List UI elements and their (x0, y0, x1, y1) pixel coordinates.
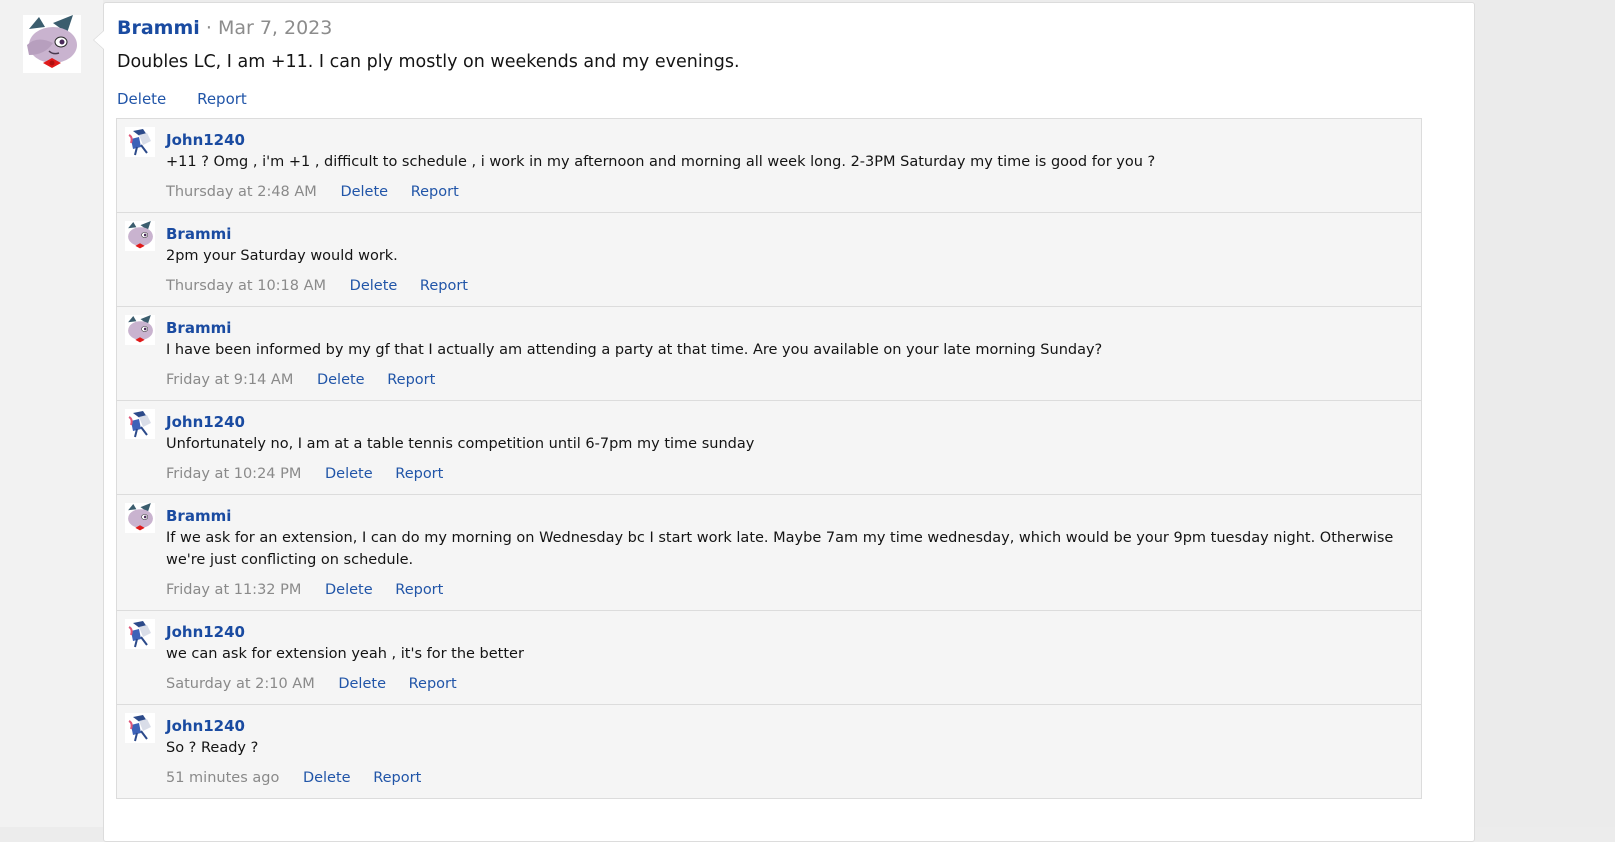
comment-delete-link[interactable]: Delete (338, 676, 386, 692)
post-report-link[interactable]: Report (197, 90, 247, 108)
comment-author-link[interactable]: John1240 (166, 130, 1407, 150)
post-author-link[interactable]: Brammi (117, 17, 200, 39)
comment-delete-link[interactable]: Delete (325, 582, 373, 598)
pony-runner-avatar-icon[interactable] (125, 409, 155, 439)
comment-report-link[interactable]: Report (409, 676, 457, 692)
comment-author-link[interactable]: John1240 (166, 716, 1407, 736)
comment-report-link[interactable]: Report (373, 770, 421, 786)
comment-meta: Friday at 11:32 PM Delete Report (166, 580, 1407, 600)
comment-list: John1240 +11 ? Omg , i'm +1 , difficult … (116, 118, 1422, 799)
comment-timestamp[interactable]: Friday at 11:32 PM (166, 582, 301, 598)
comment-meta: Friday at 9:14 AM Delete Report (166, 370, 1407, 390)
comment-text: 2pm your Saturday would work. (166, 248, 398, 264)
comment-item: Brammi If we ask for an extension, I can… (117, 495, 1421, 611)
comment-report-link[interactable]: Report (395, 466, 443, 482)
comment-timestamp[interactable]: Friday at 9:14 AM (166, 372, 293, 388)
comment-timestamp[interactable]: Saturday at 2:10 AM (166, 676, 315, 692)
pony-avatar-icon[interactable] (125, 221, 155, 251)
comment-timestamp[interactable]: Friday at 10:24 PM (166, 466, 301, 482)
post-delete-link[interactable]: Delete (117, 90, 166, 108)
left-rail (0, 0, 103, 827)
profile-post: Brammi · Mar 7, 2023 Doubles LC, I am +1… (93, 2, 1475, 842)
comment-item: John1240 Unfortunately no, I am at a tab… (117, 401, 1421, 495)
comment-report-link[interactable]: Report (387, 372, 435, 388)
pony-avatar-icon[interactable] (125, 503, 155, 533)
pony-runner-avatar-icon[interactable] (125, 713, 155, 743)
comment-author-link[interactable]: Brammi (166, 318, 1407, 338)
pony-runner-avatar-icon[interactable] (125, 619, 155, 649)
comment-timestamp[interactable]: Thursday at 2:48 AM (166, 184, 317, 200)
comment-author-link[interactable]: Brammi (166, 506, 1407, 526)
comment-meta: Thursday at 2:48 AM Delete Report (166, 182, 1407, 202)
comment-delete-link[interactable]: Delete (340, 184, 388, 200)
comment-delete-link[interactable]: Delete (325, 466, 373, 482)
comment-delete-link[interactable]: Delete (303, 770, 351, 786)
comment-text: If we ask for an extension, I can do my … (166, 530, 1394, 568)
comment-text: +11 ? Omg , i'm +1 , difficult to schedu… (166, 154, 1156, 170)
comment-report-link[interactable]: Report (395, 582, 443, 598)
comment-text: Unfortunately no, I am at a table tennis… (166, 436, 755, 452)
comment-item: John1240 +11 ? Omg , i'm +1 , difficult … (117, 119, 1421, 213)
comment-item: John1240 we can ask for extension yeah ,… (117, 611, 1421, 705)
comment-timestamp[interactable]: Thursday at 10:18 AM (166, 278, 326, 294)
comment-text: So ? Ready ? (166, 740, 259, 756)
comment-author-link[interactable]: John1240 (166, 622, 1407, 642)
comment-author-link[interactable]: John1240 (166, 412, 1407, 432)
comment-report-link[interactable]: Report (411, 184, 459, 200)
comment-delete-link[interactable]: Delete (317, 372, 365, 388)
comment-meta: Friday at 10:24 PM Delete Report (166, 464, 1407, 484)
post-header: Brammi · Mar 7, 2023 (117, 17, 332, 39)
comment-item: Brammi I have been informed by my gf tha… (117, 307, 1421, 401)
post-actions: Delete Report (117, 90, 273, 108)
comment-author-link[interactable]: Brammi (166, 224, 1407, 244)
right-sidebar-strip (1475, 0, 1615, 827)
post-date[interactable]: Mar 7, 2023 (218, 17, 332, 39)
comment-text: I have been informed by my gf that I act… (166, 342, 1103, 358)
comment-delete-link[interactable]: Delete (350, 278, 398, 294)
comment-meta: Saturday at 2:10 AM Delete Report (166, 674, 1407, 694)
comment-item: Brammi 2pm your Saturday would work. Thu… (117, 213, 1421, 307)
comment-item: John1240 So ? Ready ? 51 minutes ago Del… (117, 705, 1421, 798)
pony-avatar-icon[interactable] (125, 315, 155, 345)
post-separator: · (205, 17, 212, 39)
pony-runner-avatar-icon[interactable] (125, 127, 155, 157)
comment-meta: Thursday at 10:18 AM Delete Report (166, 276, 1407, 296)
comment-report-link[interactable]: Report (420, 278, 468, 294)
comment-text: we can ask for extension yeah , it's for… (166, 646, 524, 662)
comment-timestamp[interactable]: 51 minutes ago (166, 770, 279, 786)
post-body: Doubles LC, I am +11. I can ply mostly o… (117, 52, 740, 72)
comment-meta: 51 minutes ago Delete Report (166, 768, 1407, 788)
pony-avatar-icon[interactable] (23, 15, 81, 73)
